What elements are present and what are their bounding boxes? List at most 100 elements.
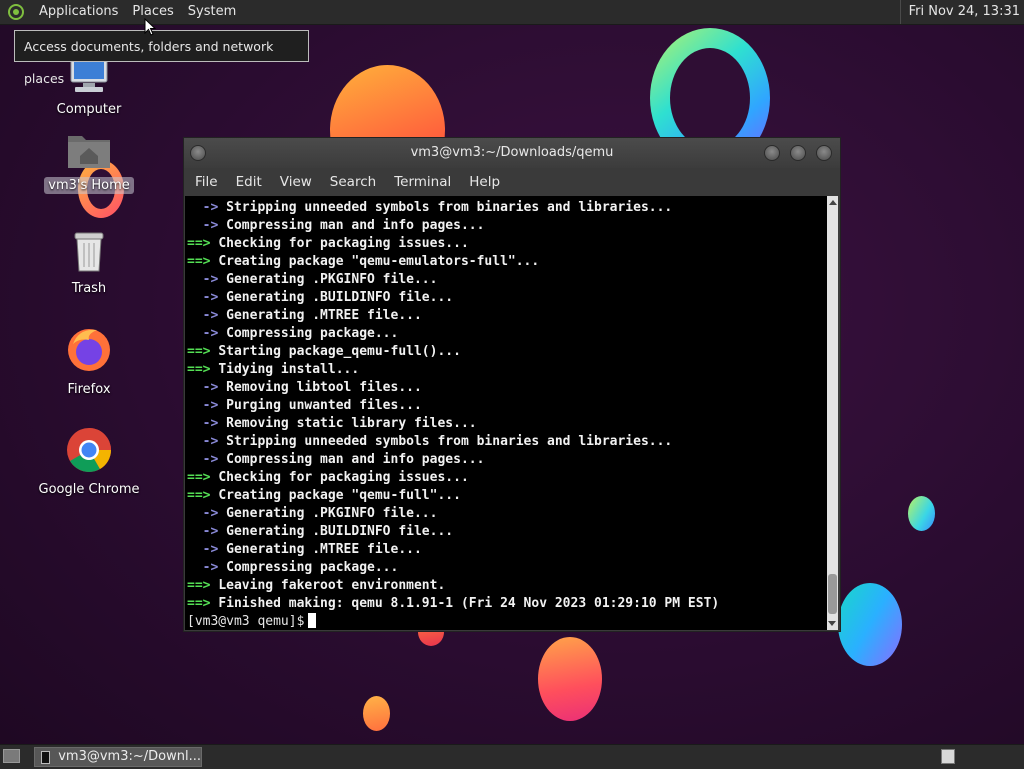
line-marker: ==> [187, 578, 211, 593]
menu-view[interactable]: View [271, 174, 321, 190]
chrome-icon [67, 428, 111, 472]
line-text: Leaving fakeroot environment. [218, 578, 446, 593]
scroll-up-arrow-icon[interactable] [828, 200, 837, 205]
line-marker: -> [187, 398, 219, 413]
menu-file[interactable]: File [186, 174, 227, 190]
minimize-button[interactable] [764, 145, 780, 161]
clock[interactable]: Fri Nov 24, 13:31 [899, 0, 1020, 24]
terminal-line: ==> Checking for packaging issues... [185, 469, 828, 487]
mate-logo-icon[interactable] [8, 4, 24, 20]
line-text: Removing static library files... [226, 416, 477, 431]
menu-edit[interactable]: Edit [227, 174, 271, 190]
terminal-icon [41, 750, 51, 764]
terminal-line: ==> Starting package_qemu-full()... [185, 343, 828, 361]
line-marker: -> [187, 434, 219, 449]
system-menu[interactable]: System [181, 0, 243, 24]
terminal-line: -> Stripping unneeded symbols from binar… [185, 433, 828, 451]
line-marker: -> [187, 200, 219, 215]
terminal-line: ==> Leaving fakeroot environment. [185, 577, 828, 595]
show-desktop-icon[interactable] [3, 749, 20, 763]
line-text: Stripping unneeded symbols from binaries… [226, 200, 673, 215]
line-text: Creating package "qemu-emulators-full"..… [218, 254, 540, 269]
desktop-icon-chrome[interactable]: Google Chrome [29, 426, 149, 498]
line-text: Generating .MTREE file... [226, 542, 422, 557]
terminal-line: ==> Checking for packaging issues... [185, 235, 828, 253]
terminal-line: -> Compressing man and info pages... [185, 451, 828, 469]
terminal-line: -> Removing static library files... [185, 415, 828, 433]
terminal-line: ==> Creating package "qemu-full"... [185, 487, 828, 505]
shell-prompt[interactable]: [vm3@vm3 qemu]$ [185, 613, 828, 630]
terminal-line: ==> Tidying install... [185, 361, 828, 379]
line-text: Compressing man and info pages... [226, 218, 485, 233]
line-text: Tidying install... [218, 362, 360, 377]
line-text: Finished making: qemu 8.1.91-1 (Fri 24 N… [218, 596, 720, 611]
desktop-icon-home[interactable]: vm3's Home [29, 130, 149, 194]
text-cursor [308, 613, 317, 628]
line-marker: -> [187, 542, 219, 557]
desktop-icon-label: Google Chrome [38, 482, 140, 497]
terminal-line: -> Stripping unneeded symbols from binar… [185, 199, 828, 217]
line-marker: -> [187, 560, 219, 575]
scroll-down-arrow-icon[interactable] [828, 621, 836, 626]
line-text: Generating .PKGINFO file... [226, 272, 438, 287]
line-text: Compressing man and info pages... [226, 452, 485, 467]
line-text: Compressing package... [226, 326, 399, 341]
maximize-button[interactable] [790, 145, 806, 161]
applications-menu[interactable]: Applications [32, 0, 125, 24]
line-text: Checking for packaging issues... [218, 236, 469, 251]
menu-help[interactable]: Help [460, 174, 509, 190]
desktop-icon-trash[interactable]: Trash [29, 229, 149, 297]
line-text: Generating .MTREE file... [226, 308, 422, 323]
line-text: Removing libtool files... [226, 380, 422, 395]
workspace-switcher[interactable] [941, 749, 955, 764]
wallpaper-bubble [838, 583, 902, 666]
window-titlebar[interactable]: vm3@vm3:~/Downloads/qemu [184, 138, 840, 168]
terminal-scrollbar[interactable] [827, 196, 838, 630]
home-folder-icon [68, 136, 110, 168]
terminal-line: ==> Finished making: qemu 8.1.91-1 (Fri … [185, 595, 828, 613]
firefox-icon [68, 329, 110, 371]
line-marker: -> [187, 452, 219, 467]
line-marker: ==> [187, 344, 211, 359]
terminal-menubar: File Edit View Search Terminal Help [184, 168, 840, 196]
computer-icon [70, 57, 108, 92]
wallpaper-bubble [538, 637, 602, 721]
bottom-panel: vm3@vm3:~/Downl... [0, 744, 1024, 769]
line-marker: ==> [187, 254, 211, 269]
line-marker: ==> [187, 488, 211, 503]
line-marker: -> [187, 326, 219, 341]
line-text: Purging unwanted files... [226, 398, 422, 413]
line-text: Creating package "qemu-full"... [218, 488, 461, 503]
window-menu-button[interactable] [190, 145, 206, 161]
taskbar-window-button[interactable]: vm3@vm3:~/Downl... [34, 747, 202, 767]
terminal-output[interactable]: -> Stripping unneeded symbols from binar… [185, 196, 828, 630]
line-marker: -> [187, 290, 219, 305]
terminal-line: -> Compressing package... [185, 559, 828, 577]
line-text: Compressing package... [226, 560, 399, 575]
menu-search[interactable]: Search [321, 174, 385, 190]
line-marker: ==> [187, 362, 211, 377]
desktop-icon-firefox[interactable]: Firefox [29, 326, 149, 398]
desktop-icon-label: Computer [56, 102, 122, 117]
wallpaper-bubble [908, 496, 935, 531]
line-marker: ==> [187, 236, 211, 251]
line-marker: ==> [187, 470, 211, 485]
line-text: Generating .BUILDINFO file... [226, 290, 454, 305]
scrollbar-thumb[interactable] [828, 574, 837, 614]
terminal-line: -> Compressing man and info pages... [185, 217, 828, 235]
trash-icon [74, 232, 104, 272]
terminal-line: -> Generating .PKGINFO file... [185, 505, 828, 523]
mouse-pointer-icon [144, 18, 156, 36]
line-marker: ==> [187, 596, 211, 611]
terminal-line: -> Generating .BUILDINFO file... [185, 289, 828, 307]
menu-terminal[interactable]: Terminal [385, 174, 460, 190]
line-marker: -> [187, 218, 219, 233]
close-button[interactable] [816, 145, 832, 161]
line-marker: -> [187, 308, 219, 323]
places-tooltip: Access documents, folders and network pl… [14, 30, 309, 86]
line-marker: -> [187, 506, 219, 521]
terminal-line: -> Compressing package... [185, 325, 828, 343]
terminal-window[interactable]: vm3@vm3:~/Downloads/qemu File Edit View … [183, 137, 841, 632]
line-text: Generating .BUILDINFO file... [226, 524, 454, 539]
wallpaper-bubble [363, 696, 390, 731]
